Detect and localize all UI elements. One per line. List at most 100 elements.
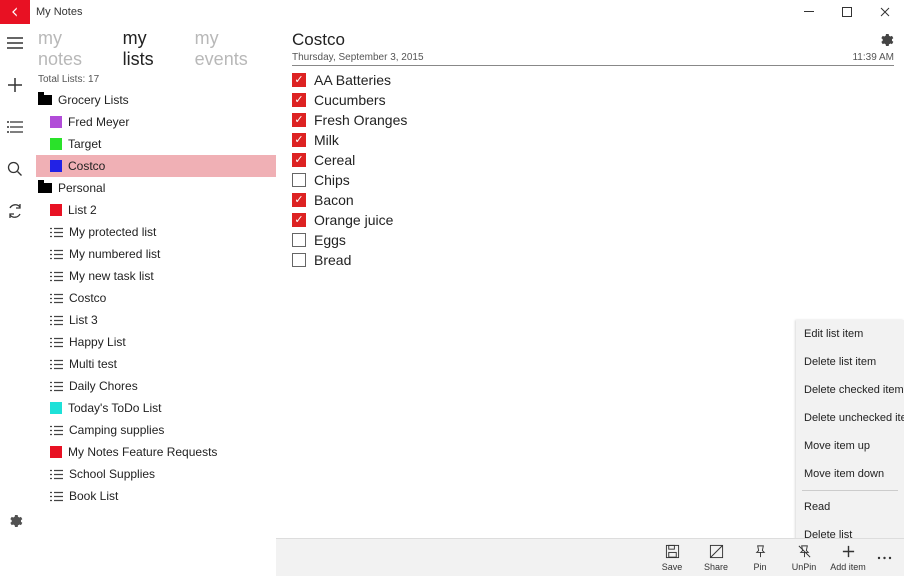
save-button[interactable]: Save: [652, 544, 692, 572]
color-swatch-icon: [50, 446, 62, 458]
sidebar-folder[interactable]: Personal: [36, 177, 276, 199]
sidebar-item[interactable]: School Supplies: [36, 463, 276, 485]
checklist-item[interactable]: Bacon: [292, 192, 894, 208]
unpin-button[interactable]: UnPin: [784, 544, 824, 572]
tab-my-notes[interactable]: my notes: [38, 28, 109, 70]
sidebar-item[interactable]: Camping supplies: [36, 419, 276, 441]
checklist-item[interactable]: Fresh Oranges: [292, 112, 894, 128]
checklist-item-label: Chips: [314, 172, 350, 188]
checklist-item-label: Milk: [314, 132, 339, 148]
sidebar-item[interactable]: Daily Chores: [36, 375, 276, 397]
sidebar-item[interactable]: Fred Meyer: [36, 111, 276, 133]
search-icon[interactable]: [0, 158, 30, 180]
checklist-icon: [50, 337, 63, 348]
tab-my-lists[interactable]: my lists: [123, 28, 181, 70]
more-icon: [877, 550, 892, 566]
tab-my-events[interactable]: my events: [195, 28, 274, 70]
menu-item[interactable]: Delete unchecked items: [796, 404, 904, 432]
sidebar-item[interactable]: Costco: [36, 155, 276, 177]
menu-item[interactable]: Read: [796, 493, 904, 521]
sidebar: my notes my lists my events Total Lists:…: [30, 24, 276, 576]
save-icon: [665, 544, 680, 560]
checklist-icon: [50, 249, 63, 260]
menu-item[interactable]: Move item up: [796, 432, 904, 460]
sidebar-item-label: Book List: [69, 489, 118, 503]
close-button[interactable]: [866, 0, 904, 24]
checklist-item[interactable]: Milk: [292, 132, 894, 148]
menu-item[interactable]: Delete list item: [796, 348, 904, 376]
sidebar-item-label: Target: [68, 137, 101, 151]
sidebar-item-label: My Notes Feature Requests: [68, 445, 217, 459]
menu-item[interactable]: Edit list item: [796, 320, 904, 348]
context-menu: Edit list itemDelete list itemDelete che…: [796, 320, 904, 549]
sidebar-item[interactable]: Today's ToDo List: [36, 397, 276, 419]
sidebar-item-label: List 3: [69, 313, 98, 327]
menu-item[interactable]: Move item down: [796, 460, 904, 488]
minimize-button[interactable]: [790, 0, 828, 24]
sidebar-item-label: Costco: [69, 291, 106, 305]
maximize-button[interactable]: [828, 0, 866, 24]
checklist-icon: [50, 359, 63, 370]
checkbox[interactable]: [292, 173, 306, 187]
checklist-item[interactable]: Cereal: [292, 152, 894, 168]
gear-icon[interactable]: [878, 32, 894, 48]
checklist-icon: [50, 381, 63, 392]
sidebar-item[interactable]: Book List: [36, 485, 276, 507]
list-icon[interactable]: [0, 116, 30, 138]
checklist-item-label: Cereal: [314, 152, 355, 168]
sidebar-item[interactable]: List 3: [36, 309, 276, 331]
pin-button[interactable]: Pin: [740, 544, 780, 572]
checklist: AA Batteries Cucumbers Fresh Oranges Milk Ce…: [292, 66, 894, 268]
checklist-item[interactable]: Eggs: [292, 232, 894, 248]
checkbox[interactable]: [292, 213, 306, 227]
hamburger-icon[interactable]: [0, 32, 30, 54]
sidebar-item-label: Fred Meyer: [68, 115, 129, 129]
checklist-item[interactable]: Orange juice: [292, 212, 894, 228]
checklist-item-label: Bacon: [314, 192, 354, 208]
sidebar-item[interactable]: List 2: [36, 199, 276, 221]
title-bar: My Notes: [0, 0, 904, 24]
color-swatch-icon: [50, 402, 62, 414]
back-button[interactable]: [0, 0, 30, 24]
checklist-item[interactable]: Cucumbers: [292, 92, 894, 108]
checkbox[interactable]: [292, 133, 306, 147]
checkbox[interactable]: [292, 193, 306, 207]
sidebar-item-label: Multi test: [69, 357, 117, 371]
checkbox[interactable]: [292, 253, 306, 267]
sidebar-item[interactable]: My new task list: [36, 265, 276, 287]
checklist-item-label: Cucumbers: [314, 92, 386, 108]
more-button[interactable]: [872, 550, 896, 566]
checkbox[interactable]: [292, 153, 306, 167]
add-icon[interactable]: [0, 74, 30, 96]
sidebar-item[interactable]: My protected list: [36, 221, 276, 243]
checkbox[interactable]: [292, 113, 306, 127]
sidebar-item[interactable]: My Notes Feature Requests: [36, 441, 276, 463]
add-item-button[interactable]: Add item: [828, 544, 868, 572]
checkbox[interactable]: [292, 233, 306, 247]
share-button[interactable]: Share: [696, 544, 736, 572]
folder-icon: [38, 95, 52, 105]
checklist-item-label: Eggs: [314, 232, 346, 248]
sync-icon[interactable]: [0, 200, 30, 222]
sidebar-item[interactable]: Costco: [36, 287, 276, 309]
checklist-item[interactable]: Bread: [292, 252, 894, 268]
total-lists-label: Total Lists: 17: [36, 74, 276, 89]
checklist-item[interactable]: AA Batteries: [292, 72, 894, 88]
checklist-item[interactable]: Chips: [292, 172, 894, 188]
sidebar-item-label: Daily Chores: [69, 379, 138, 393]
checklist-icon: [50, 469, 63, 480]
checklist-item-label: Orange juice: [314, 212, 393, 228]
menu-item[interactable]: Delete checked items: [796, 376, 904, 404]
checkbox[interactable]: [292, 93, 306, 107]
sidebar-item-label: Today's ToDo List: [68, 401, 161, 415]
color-swatch-icon: [50, 138, 62, 150]
sidebar-folder[interactable]: Grocery Lists: [36, 89, 276, 111]
sidebar-item[interactable]: Multi test: [36, 353, 276, 375]
sidebar-item[interactable]: Target: [36, 133, 276, 155]
settings-icon[interactable]: [0, 510, 30, 532]
sidebar-item[interactable]: Happy List: [36, 331, 276, 353]
color-swatch-icon: [50, 160, 62, 172]
checkbox[interactable]: [292, 73, 306, 87]
sidebar-item[interactable]: My numbered list: [36, 243, 276, 265]
main-panel: Costco Thursday, September 3, 2015 11:39…: [276, 24, 904, 576]
